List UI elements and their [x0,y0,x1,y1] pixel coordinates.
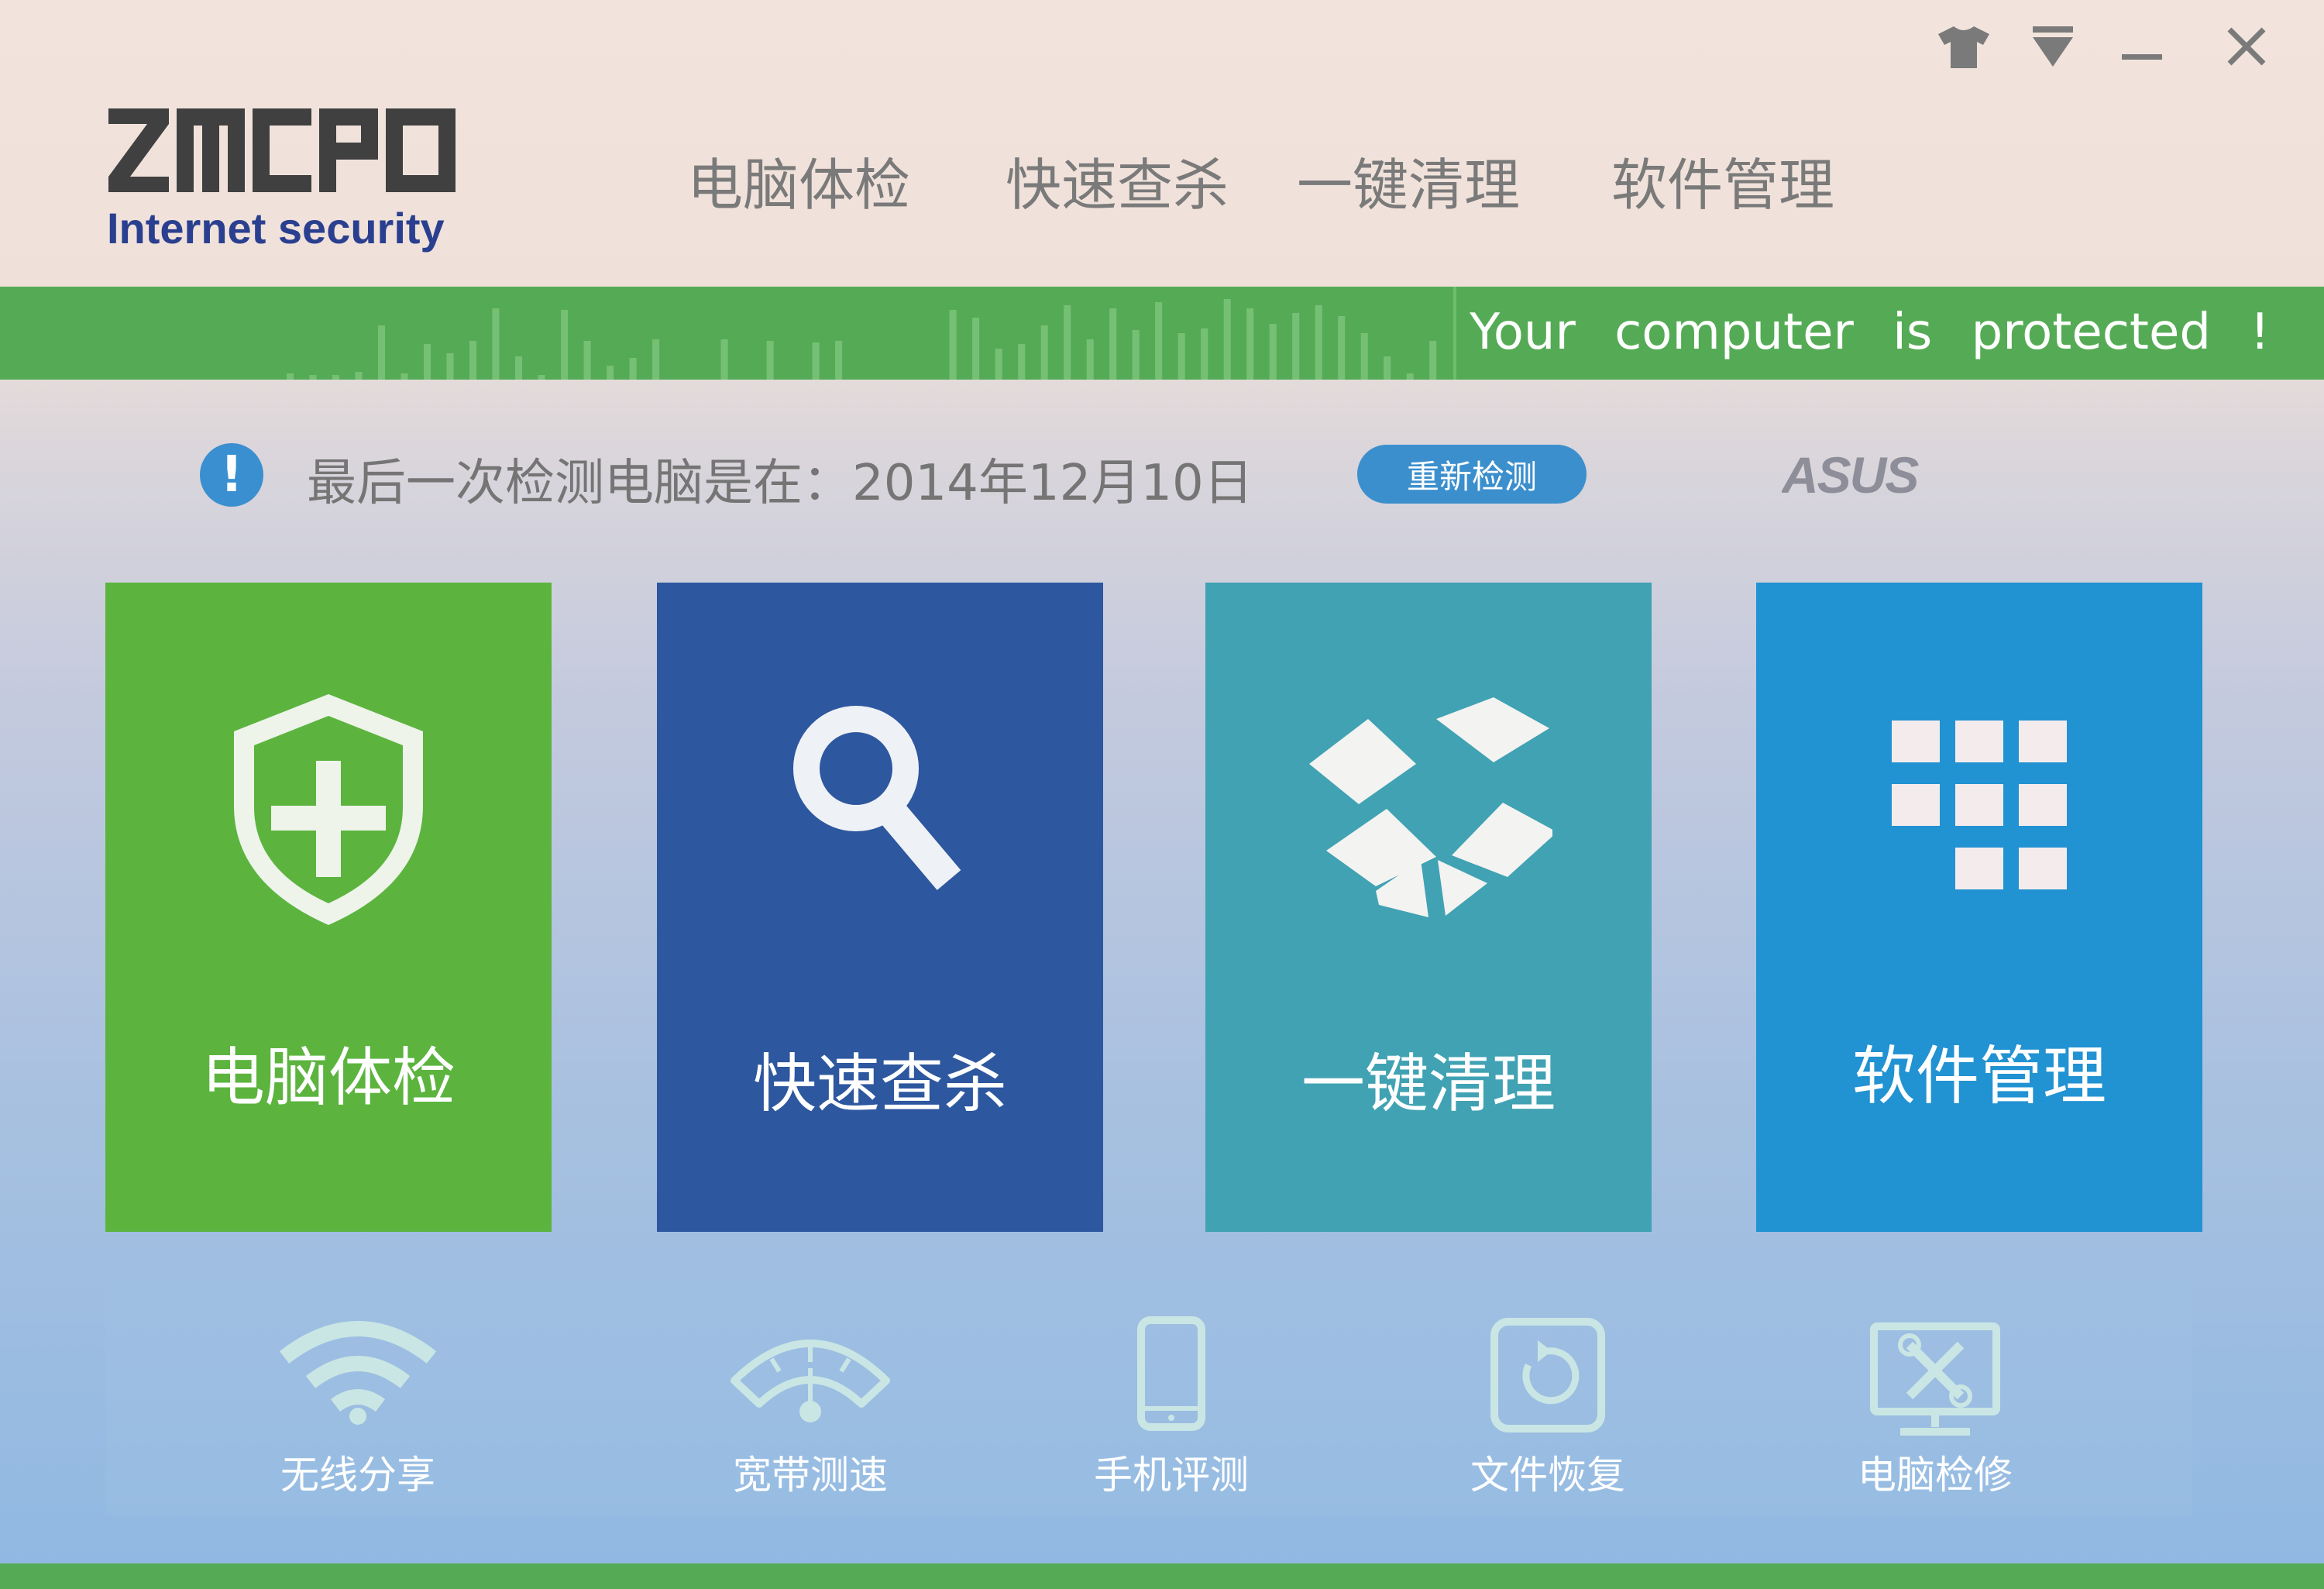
tool-pc-repair[interactable]: 电脑检修 [1819,1278,2051,1515]
speedometer-icon [731,1340,890,1422]
activity-bar [629,358,637,380]
activity-bar [607,366,614,380]
activity-bar [1360,333,1368,380]
tile-label: 软件管理 [1851,1040,2106,1113]
minimize-button[interactable] [2107,15,2177,77]
activity-bar [469,341,476,380]
tool-phone-test[interactable]: 手机评测 [1055,1278,1287,1515]
tools-strip: 无线分享 宽带测速 手机评测 文件恢复 电脑检修 [105,1278,2192,1515]
activity-bar [995,349,1002,380]
activity-bar [1292,313,1300,380]
activity-bar [812,342,820,380]
activity-bar [1384,356,1391,380]
activity-bar [972,318,980,380]
activity-bar [1201,328,1208,380]
activity-bar [1109,308,1117,380]
dropdown-menu-icon [2033,26,2073,67]
activity-bar [1132,330,1140,380]
open-box-icon [1309,697,1552,917]
activity-bar [1177,333,1185,380]
close-icon [2227,27,2266,66]
brand-logo [108,108,456,192]
tool-file-restore[interactable]: 文件恢复 [1432,1278,1664,1515]
activity-bar [1086,339,1094,380]
menu-button[interactable] [2018,15,2088,77]
tool-label: 手机评测 [1094,1453,1249,1498]
activity-bar [424,344,431,380]
nav-item-software[interactable]: 软件管理 [1611,139,1834,221]
tool-label: 电脑检修 [1858,1453,2013,1498]
restore-icon [1490,1318,1605,1433]
app-grid-icon [1892,721,2067,889]
protection-status: Your computer is protected ! [1470,304,2270,361]
activity-bar [1246,308,1254,380]
tile-software[interactable]: 软件管理 [1756,583,2202,1232]
partner-logo: ASUS [1782,452,1920,499]
tile-checkup[interactable]: 电脑体检 [105,583,552,1232]
magnifier-icon [793,706,961,890]
last-check-text: 最后一次检测电脑是在：2014年12月10日 [307,455,1253,512]
tile-label: 一键清理 [1301,1047,1556,1121]
tool-label: 无线分享 [280,1453,435,1498]
activity-bar [332,375,339,380]
tool-label: 文件恢复 [1470,1453,1625,1498]
nav-item-checkup[interactable]: 电脑体检 [687,139,910,221]
close-button[interactable] [2212,15,2281,77]
tile-label: 快速查杀 [752,1047,1007,1121]
activity-bar [538,375,545,380]
skin-button[interactable] [1929,15,1999,77]
activity-bar [1406,373,1414,380]
tool-wifi-share[interactable]: 无线分享 [242,1278,474,1515]
activity-bar [1223,299,1231,380]
brand-subtitle: Internet security [107,204,445,253]
minimize-icon [2122,54,2162,60]
monitor-repair-icon [1870,1322,2000,1436]
activity-bar [561,310,569,380]
bottom-bar [0,1563,2324,1589]
activity-bar [720,339,728,380]
tile-label: 电脑体检 [201,1041,456,1115]
activity-bar [1018,344,1026,380]
recheck-button[interactable]: 重新检测 [1357,445,1587,504]
activity-bar [1269,324,1277,380]
activity-bar [515,356,522,380]
activity-bar [583,341,591,380]
activity-bar [949,310,957,380]
tool-label: 宽带测速 [733,1453,888,1498]
wifi-icon [279,1321,437,1425]
activity-bar [401,373,408,380]
tile-quick-scan[interactable]: 快速查杀 [657,583,1103,1232]
activity-bar [835,341,843,380]
nav-item-quick-scan[interactable]: 快速查杀 [1006,139,1229,221]
activity-bar [355,372,363,380]
activity-bar [1064,305,1071,380]
activity-bar [766,341,774,380]
svg-text:ASUS: ASUS [1782,452,1919,499]
activity-bar [1338,316,1346,380]
activity-bar [1155,302,1163,380]
nav-item-cleanup[interactable]: 一键清理 [1297,139,1520,221]
tile-cleanup[interactable]: 一键清理 [1205,583,1652,1232]
tshirt-icon [1938,26,1989,68]
activity-bar [1040,325,1048,380]
activity-bar [1429,341,1437,380]
shield-plus-icon [234,694,423,925]
activity-bar [287,373,294,380]
activity-bar [446,353,454,380]
phone-icon [1137,1316,1205,1431]
info-icon: ! [200,443,263,507]
activity-bar [378,325,385,380]
tool-speed-test[interactable]: 宽带测速 [694,1278,927,1515]
activity-bar [492,308,500,380]
activity-bar [1315,305,1322,380]
activity-bar [652,339,660,380]
status-band: Your computer is protected ! [0,287,2324,380]
activity-graph [287,299,1437,380]
band-divider [1453,287,1456,380]
activity-bar [309,375,317,380]
